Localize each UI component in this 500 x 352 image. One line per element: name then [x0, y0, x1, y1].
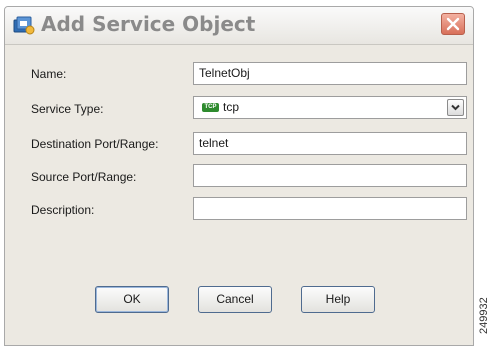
- source-port-field[interactable]: [193, 164, 467, 187]
- description-field[interactable]: [193, 197, 467, 220]
- close-button[interactable]: [441, 13, 465, 35]
- figure-id: 249932: [478, 297, 490, 334]
- dialog-titlebar: Add Service Object: [5, 7, 473, 45]
- destination-port-label: Destination Port/Range:: [31, 137, 159, 151]
- source-port-label: Source Port/Range:: [31, 170, 137, 184]
- close-icon: [446, 17, 460, 31]
- dropdown-button[interactable]: [447, 99, 464, 116]
- name-field[interactable]: TelnetObj: [193, 62, 467, 85]
- name-label: Name:: [31, 67, 67, 81]
- cancel-button[interactable]: Cancel: [198, 286, 272, 313]
- service-object-icon: [13, 15, 35, 35]
- service-type-select[interactable]: TCP tcp: [193, 96, 467, 119]
- chevron-down-icon: [451, 104, 460, 111]
- ok-button[interactable]: OK: [95, 286, 169, 313]
- tcp-badge-icon: TCP: [202, 103, 219, 113]
- dialog-title: Add Service Object: [41, 12, 256, 36]
- help-button[interactable]: Help: [301, 286, 375, 313]
- service-type-label: Service Type:: [31, 102, 104, 116]
- add-service-object-dialog: Add Service Object Name: TelnetObj Servi…: [4, 6, 474, 346]
- service-type-value: tcp: [223, 100, 240, 114]
- description-label: Description:: [31, 203, 95, 217]
- destination-port-field[interactable]: telnet: [193, 132, 467, 155]
